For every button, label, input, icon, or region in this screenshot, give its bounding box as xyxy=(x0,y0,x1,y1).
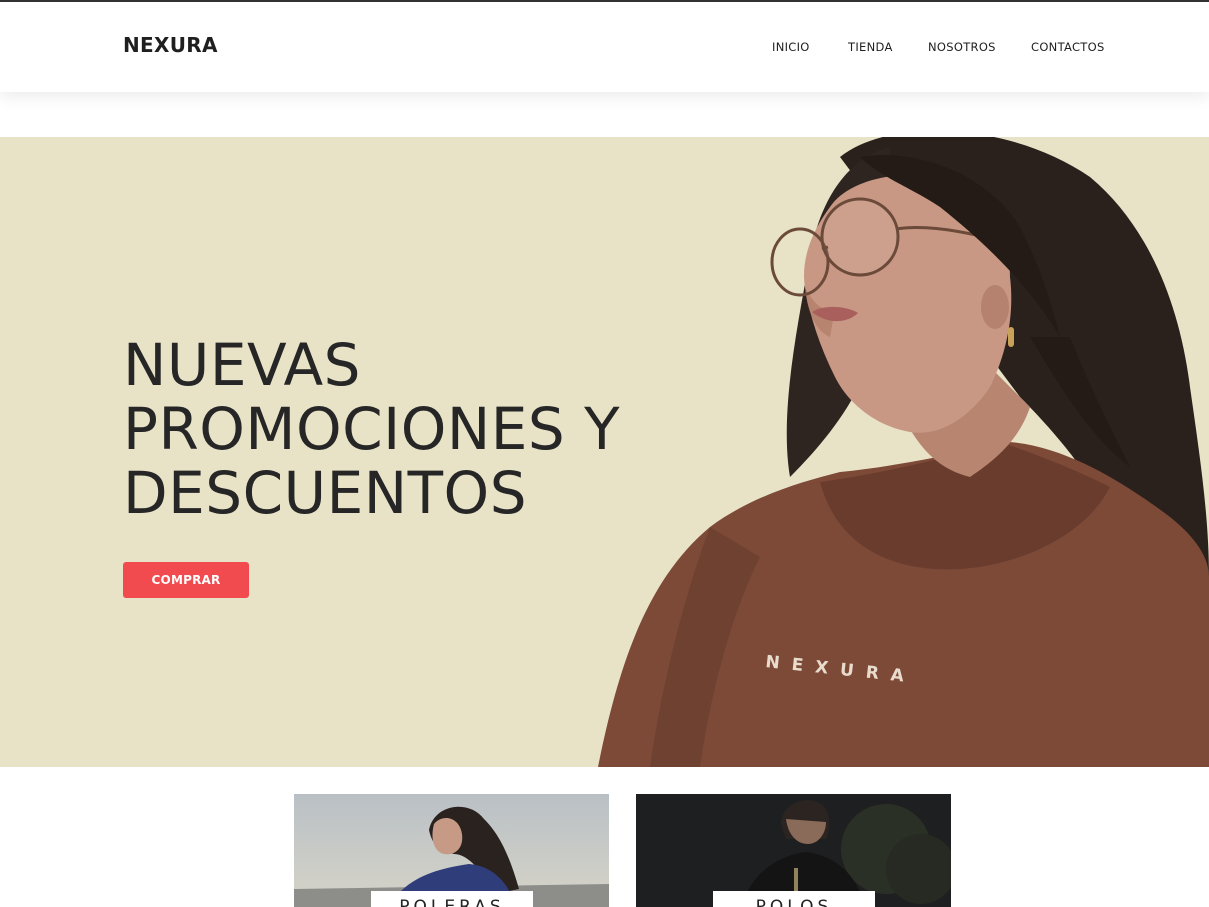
hero-model-photo: NEXURA xyxy=(598,137,1209,767)
category-label-polos: POLOS xyxy=(713,891,875,907)
nav-link-tienda[interactable]: TIENDA xyxy=(848,40,893,54)
category-card-poleras[interactable]: POLERAS xyxy=(294,794,609,907)
category-card-polos[interactable]: POLOS xyxy=(636,794,951,907)
category-cards: POLERAS POLOS xyxy=(0,794,1209,907)
main-nav: INICIO TIENDA NOSOTROS CONTACTOS xyxy=(0,40,1209,56)
nav-link-nosotros[interactable]: NOSOTROS xyxy=(928,40,996,54)
hero-banner: NUEVAS PROMOCIONES Y DESCUENTOS COMPRAR … xyxy=(0,137,1209,767)
nav-link-inicio[interactable]: INICIO xyxy=(772,40,810,54)
buy-button[interactable]: COMPRAR xyxy=(123,562,249,598)
nav-link-contactos[interactable]: CONTACTOS xyxy=(1031,40,1105,54)
site-header: NEXURA INICIO TIENDA NOSOTROS CONTACTOS xyxy=(0,2,1209,92)
category-label-poleras: POLERAS xyxy=(371,891,533,907)
